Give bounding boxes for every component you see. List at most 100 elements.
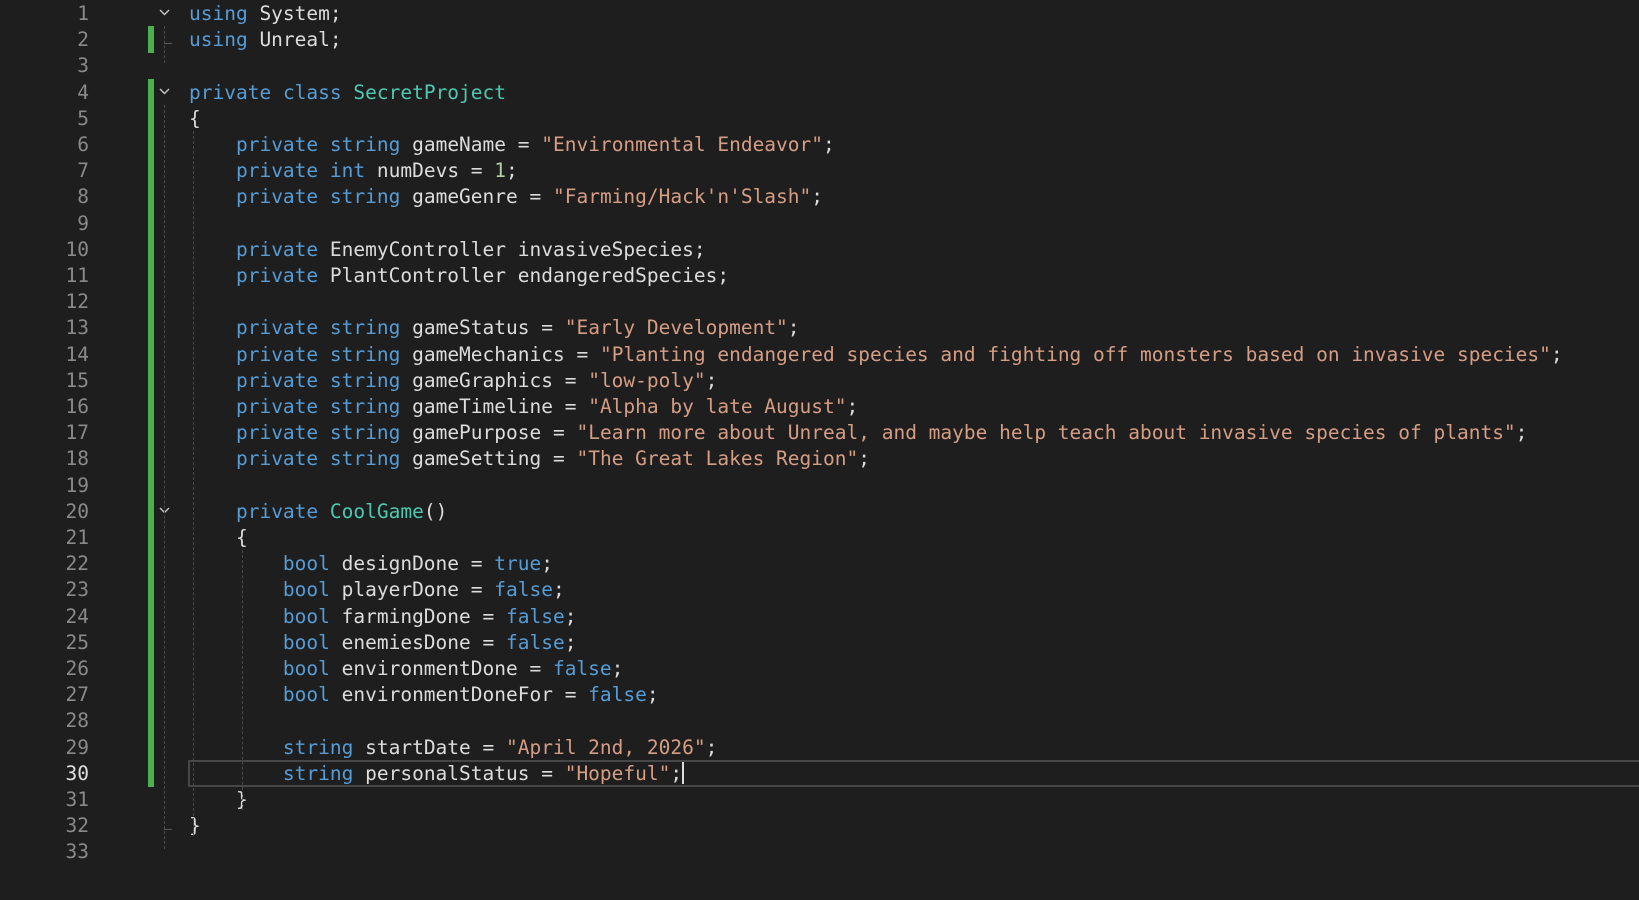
code-text[interactable]: private string gamePurpose = "Learn more… <box>189 419 1527 446</box>
code-line[interactable]: 18 private string gameSetting = "The Gre… <box>0 445 1639 473</box>
code-line[interactable]: 5{ <box>0 104 1639 133</box>
code-line[interactable]: 31 } <box>0 786 1639 813</box>
code-line[interactable]: 22 bool designDone = true; <box>0 550 1639 578</box>
code-line[interactable]: 19 <box>0 471 1639 499</box>
chevron-down-icon[interactable] <box>159 7 170 18</box>
code-text[interactable]: private CoolGame() <box>189 498 447 525</box>
code-line[interactable]: 27 bool environmentDoneFor = false; <box>0 681 1639 709</box>
code-token: { <box>189 106 201 130</box>
line-number: 10 <box>65 237 89 261</box>
code-line[interactable]: 20 private CoolGame() <box>0 497 1639 526</box>
code-text[interactable]: private PlantController endangeredSpecie… <box>189 262 729 289</box>
code-line[interactable]: 25 bool enemiesDone = false; <box>0 628 1639 657</box>
code-token: string <box>329 447 401 471</box>
code-token: "Learn more about Unreal, and maybe help… <box>576 421 1516 445</box>
code-text[interactable]: private string gameGraphics = "low-poly"… <box>189 367 717 394</box>
code-text[interactable]: string startDate = "April 2nd, 2026"; <box>189 734 717 761</box>
code-token: private <box>235 264 319 287</box>
code-text[interactable]: private string gameMechanics = "Planting… <box>189 341 1563 368</box>
code-token: string <box>329 395 401 418</box>
line-number: 32 <box>65 814 89 838</box>
code-line[interactable]: 8 private string gameGenre = "Farming/Ha… <box>0 183 1639 211</box>
code-line[interactable]: 21 { <box>0 524 1639 552</box>
code-line[interactable]: 33 <box>0 838 1639 865</box>
code-token: bool <box>282 604 330 628</box>
code-text[interactable]: } <box>189 786 248 813</box>
code-line[interactable]: 23 bool playerDone = false; <box>0 576 1639 604</box>
code-line[interactable]: 7 private int numDevs = 1; <box>0 157 1639 185</box>
code-line[interactable]: 12 <box>0 288 1639 316</box>
change-indicator <box>148 733 154 761</box>
code-token: private <box>235 368 319 392</box>
code-text[interactable]: private class SecretProject <box>189 79 506 106</box>
line-number: 29 <box>65 735 89 759</box>
code-text[interactable]: bool playerDone = false; <box>189 576 565 603</box>
class-scope-guide <box>164 104 165 850</box>
code-line[interactable]: 14 private string gameMechanics = "Plant… <box>0 340 1639 368</box>
code-line[interactable]: 9 <box>0 209 1639 237</box>
code-editor[interactable]: 1 using System; 2 using Unreal; 3 4 private cl… <box>0 0 1639 900</box>
code-token: false <box>552 657 612 680</box>
code-token: string <box>282 735 354 759</box>
code-text[interactable]: private string gameStatus = "Early Devel… <box>189 314 800 341</box>
code-text[interactable]: { <box>189 524 248 551</box>
code-token: gameGraphics = <box>400 368 589 392</box>
code-line[interactable]: 16 private string gameTimeline = "Alpha … <box>0 393 1639 421</box>
code-line[interactable]: 17 private string gamePurpose = "Learn m… <box>0 419 1639 447</box>
code-token: gameMechanics = <box>400 342 600 366</box>
code-text[interactable]: bool farmingDone = false; <box>189 603 577 630</box>
code-text[interactable]: string personalStatus = "Hopeful"; <box>189 760 685 787</box>
line-number: 28 <box>65 709 89 733</box>
code-line[interactable]: 13 private string gameStatus = "Early De… <box>0 314 1639 342</box>
change-indicator <box>148 471 154 499</box>
code-text[interactable]: private string gameTimeline = "Alpha by … <box>189 393 858 420</box>
code-text[interactable]: using Unreal; <box>189 26 342 53</box>
code-line[interactable]: 1 using System; <box>0 0 1639 27</box>
code-token: private <box>235 237 319 261</box>
code-line[interactable]: 11 private PlantController endangeredSpe… <box>0 262 1639 290</box>
line-number: 12 <box>65 290 89 314</box>
code-token: private <box>235 421 319 445</box>
code-line[interactable]: 4 private class SecretProject <box>0 78 1639 106</box>
code-text[interactable]: bool enemiesDone = false; <box>189 629 577 656</box>
change-indicator <box>148 655 154 683</box>
code-text[interactable]: private string gameGenre = "Farming/Hack… <box>189 183 823 210</box>
code-token: private <box>235 133 319 156</box>
code-text[interactable]: { <box>189 105 201 132</box>
code-line[interactable]: 32} <box>0 812 1639 839</box>
code-text[interactable]: private int numDevs = 1; <box>189 157 518 184</box>
code-line[interactable]: 24 bool farmingDone = false; <box>0 602 1639 630</box>
method-indent-guide <box>242 550 243 811</box>
code-line[interactable]: 15 private string gameGraphics = "low-po… <box>0 366 1639 395</box>
code-text[interactable]: } <box>189 812 201 839</box>
code-text[interactable]: bool environmentDone = false; <box>189 655 623 682</box>
code-text[interactable]: private string gameSetting = "The Great … <box>189 445 870 472</box>
code-line[interactable]: 28 <box>0 707 1639 735</box>
code-token: false <box>506 604 565 628</box>
code-line[interactable]: 10 private EnemyController invasiveSpeci… <box>0 235 1639 264</box>
code-token: ; <box>705 368 718 392</box>
code-text[interactable]: bool designDone = true; <box>189 550 553 577</box>
code-text[interactable]: private string gameName = "Environmental… <box>189 131 835 158</box>
code-text[interactable]: private EnemyController invasiveSpecies; <box>189 236 706 263</box>
line-number: 27 <box>65 683 89 707</box>
code-line[interactable]: 26 bool environmentDone = false; <box>0 655 1639 683</box>
code-line[interactable]: 30 string personalStatus = "Hopeful"; <box>0 759 1639 788</box>
code-token: playerDone = <box>329 578 495 602</box>
change-indicator <box>148 131 154 159</box>
change-indicator <box>148 602 154 630</box>
code-line[interactable]: 2 using Unreal; <box>0 26 1639 54</box>
code-text[interactable]: bool environmentDoneFor = false; <box>189 681 659 708</box>
code-line[interactable]: 29 string startDate = "April 2nd, 2026"; <box>0 733 1639 761</box>
line-number: 25 <box>65 630 89 654</box>
code-line[interactable]: 3 <box>0 52 1639 79</box>
code-line[interactable]: 6 private string gameName = "Environment… <box>0 131 1639 159</box>
code-text[interactable]: using System; <box>189 0 342 27</box>
chevron-down-icon[interactable] <box>159 86 170 97</box>
